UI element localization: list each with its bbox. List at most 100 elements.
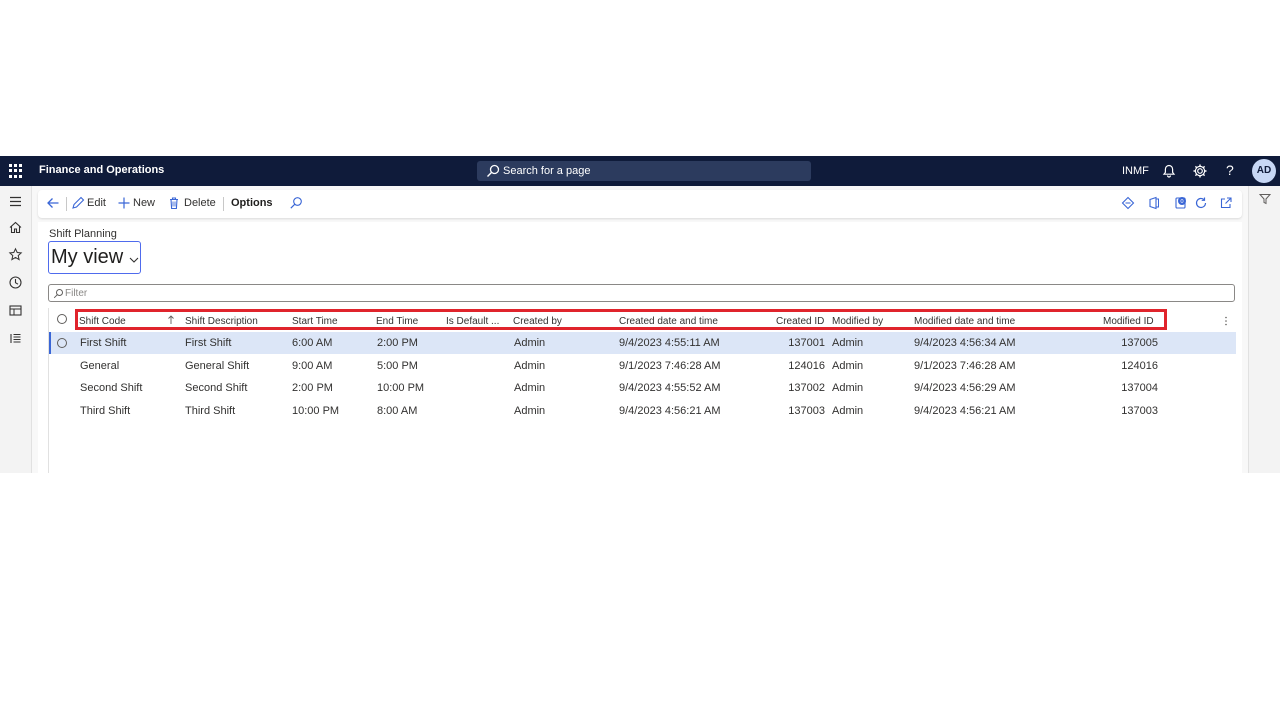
gear-icon[interactable] bbox=[1192, 163, 1208, 179]
cell-modified-by: Admin bbox=[832, 337, 864, 349]
column-header-shift-description[interactable]: Shift Description bbox=[185, 316, 258, 327]
filter-box[interactable] bbox=[48, 284, 1235, 302]
company-selector[interactable]: INMF bbox=[1122, 165, 1149, 177]
page-caption: Shift Planning bbox=[49, 228, 117, 240]
cell-start-time: 9:00 AM bbox=[292, 360, 333, 372]
cell-start-time: 6:00 AM bbox=[292, 337, 333, 349]
cell-created-by: Admin bbox=[514, 405, 546, 417]
trash-icon[interactable] bbox=[167, 196, 181, 210]
app-window: Finance and Operations Search for a page… bbox=[0, 156, 1280, 473]
cell-shift-code[interactable]: Second Shift bbox=[80, 382, 142, 394]
cell-created-id: 124016 bbox=[788, 360, 825, 372]
cell-shift-description: Second Shift bbox=[185, 382, 248, 394]
select-all-radio[interactable] bbox=[57, 314, 67, 324]
diamond-icon[interactable] bbox=[1121, 196, 1135, 210]
cell-modified-date-time: 9/1/2023 7:46:28 AM bbox=[914, 360, 1016, 372]
cell-modified-date-time: 9/4/2023 4:56:29 AM bbox=[914, 382, 1016, 394]
bell-icon[interactable] bbox=[1161, 163, 1177, 179]
divider bbox=[66, 197, 67, 211]
search-icon bbox=[53, 289, 63, 299]
view-name: My view bbox=[51, 246, 124, 268]
column-header-shift-code[interactable]: Shift Code bbox=[79, 316, 126, 327]
sort-ascending-icon[interactable] bbox=[167, 315, 175, 325]
plus-icon[interactable] bbox=[117, 196, 131, 210]
cell-modified-by: Admin bbox=[832, 405, 864, 417]
help-icon[interactable]: ? bbox=[1226, 162, 1234, 178]
hamburger-icon[interactable] bbox=[8, 194, 23, 209]
cell-shift-description: General Shift bbox=[185, 360, 250, 372]
column-header-end-time[interactable]: End Time bbox=[376, 316, 418, 327]
table-row[interactable]: First Shift First Shift 6:00 AM 2:00 PM … bbox=[49, 332, 1236, 354]
column-header-modified-id[interactable]: Modified ID bbox=[1103, 316, 1154, 327]
clock-icon[interactable] bbox=[8, 275, 23, 290]
home-icon[interactable] bbox=[8, 220, 23, 235]
filter-funnel-icon[interactable] bbox=[1259, 193, 1271, 205]
workspace-icon[interactable] bbox=[8, 303, 23, 318]
cell-modified-id: 124016 bbox=[1121, 360, 1158, 372]
chevron-down-icon bbox=[129, 257, 139, 263]
column-header-modified-date-time[interactable]: Modified date and time bbox=[914, 316, 1015, 327]
cell-created-id: 137003 bbox=[788, 405, 825, 417]
cell-shift-description: Third Shift bbox=[185, 405, 236, 417]
options-button[interactable]: Options bbox=[231, 197, 273, 209]
waffle-icon[interactable] bbox=[9, 164, 23, 178]
cell-end-time: 10:00 PM bbox=[377, 382, 425, 394]
cell-end-time: 8:00 AM bbox=[377, 405, 418, 417]
svg-text:0: 0 bbox=[1180, 199, 1184, 205]
edit-icon[interactable] bbox=[71, 196, 85, 210]
delete-button[interactable]: Delete bbox=[184, 197, 216, 209]
table-row[interactable]: Second Shift Second Shift 2:00 PM 10:00 … bbox=[49, 377, 1236, 399]
new-button[interactable]: New bbox=[133, 197, 155, 209]
table-row[interactable]: Third Shift Third Shift 10:00 PM 8:00 AM… bbox=[49, 400, 1236, 422]
cell-created-date-time: 9/1/2023 7:46:28 AM bbox=[619, 360, 721, 372]
cell-modified-date-time: 9/4/2023 4:56:34 AM bbox=[914, 337, 1016, 349]
divider bbox=[223, 197, 224, 211]
right-rail bbox=[1248, 186, 1280, 473]
column-header-is-default[interactable]: Is Default ... bbox=[446, 316, 499, 327]
cell-created-date-time: 9/4/2023 4:55:11 AM bbox=[619, 337, 720, 349]
cell-modified-date-time: 9/4/2023 4:56:21 AM bbox=[914, 405, 1016, 417]
search-icon bbox=[487, 164, 500, 177]
action-pane: Edit New Delete Options 0 bbox=[38, 190, 1242, 218]
column-header-created-id[interactable]: Created ID bbox=[776, 316, 824, 327]
cell-shift-code[interactable]: First Shift bbox=[80, 337, 126, 349]
row-select-radio[interactable] bbox=[57, 338, 67, 348]
search-box[interactable]: Search for a page bbox=[477, 161, 811, 181]
cell-modified-id: 137003 bbox=[1121, 405, 1158, 417]
cell-created-by: Admin bbox=[514, 337, 546, 349]
list-icon[interactable] bbox=[8, 331, 23, 346]
avatar[interactable]: AD bbox=[1252, 159, 1276, 183]
office-icon[interactable] bbox=[1147, 196, 1161, 210]
cell-created-date-time: 9/4/2023 4:56:21 AM bbox=[619, 405, 721, 417]
cell-shift-code[interactable]: Third Shift bbox=[80, 405, 130, 417]
star-icon[interactable] bbox=[8, 247, 23, 262]
column-header-modified-by[interactable]: Modified by bbox=[832, 316, 883, 327]
column-header-created-by[interactable]: Created by bbox=[513, 316, 562, 327]
shift-grid: Shift Code Shift Description Start Time … bbox=[48, 308, 1236, 473]
column-header-created-date-time[interactable]: Created date and time bbox=[619, 316, 718, 327]
attachment-badge-icon[interactable]: 0 bbox=[1174, 196, 1188, 210]
column-header-start-time[interactable]: Start Time bbox=[292, 316, 338, 327]
edit-button[interactable]: Edit bbox=[87, 197, 106, 209]
view-selector[interactable]: My view bbox=[48, 241, 141, 274]
cell-created-id: 137002 bbox=[788, 382, 825, 394]
search-placeholder: Search for a page bbox=[503, 165, 591, 177]
app-title[interactable]: Finance and Operations bbox=[39, 164, 164, 176]
open-in-new-window-icon[interactable] bbox=[1219, 196, 1233, 210]
cell-modified-by: Admin bbox=[832, 360, 864, 372]
search-icon[interactable] bbox=[289, 196, 303, 210]
cell-start-time: 2:00 PM bbox=[292, 382, 333, 394]
cell-modified-by: Admin bbox=[832, 382, 864, 394]
cell-created-id: 137001 bbox=[788, 337, 825, 349]
more-options-icon[interactable] bbox=[1224, 316, 1228, 326]
filter-input[interactable] bbox=[65, 286, 1225, 300]
table-row[interactable]: General General Shift 9:00 AM 5:00 PM Ad… bbox=[49, 355, 1236, 377]
navigation-rail bbox=[0, 186, 32, 473]
back-arrow-icon[interactable] bbox=[46, 196, 60, 210]
top-navigation-bar: Finance and Operations Search for a page… bbox=[0, 156, 1280, 186]
refresh-icon[interactable] bbox=[1194, 196, 1208, 210]
cell-end-time: 5:00 PM bbox=[377, 360, 418, 372]
cell-end-time: 2:00 PM bbox=[377, 337, 418, 349]
cell-created-date-time: 9/4/2023 4:55:52 AM bbox=[619, 382, 721, 394]
cell-shift-code[interactable]: General bbox=[80, 360, 119, 372]
